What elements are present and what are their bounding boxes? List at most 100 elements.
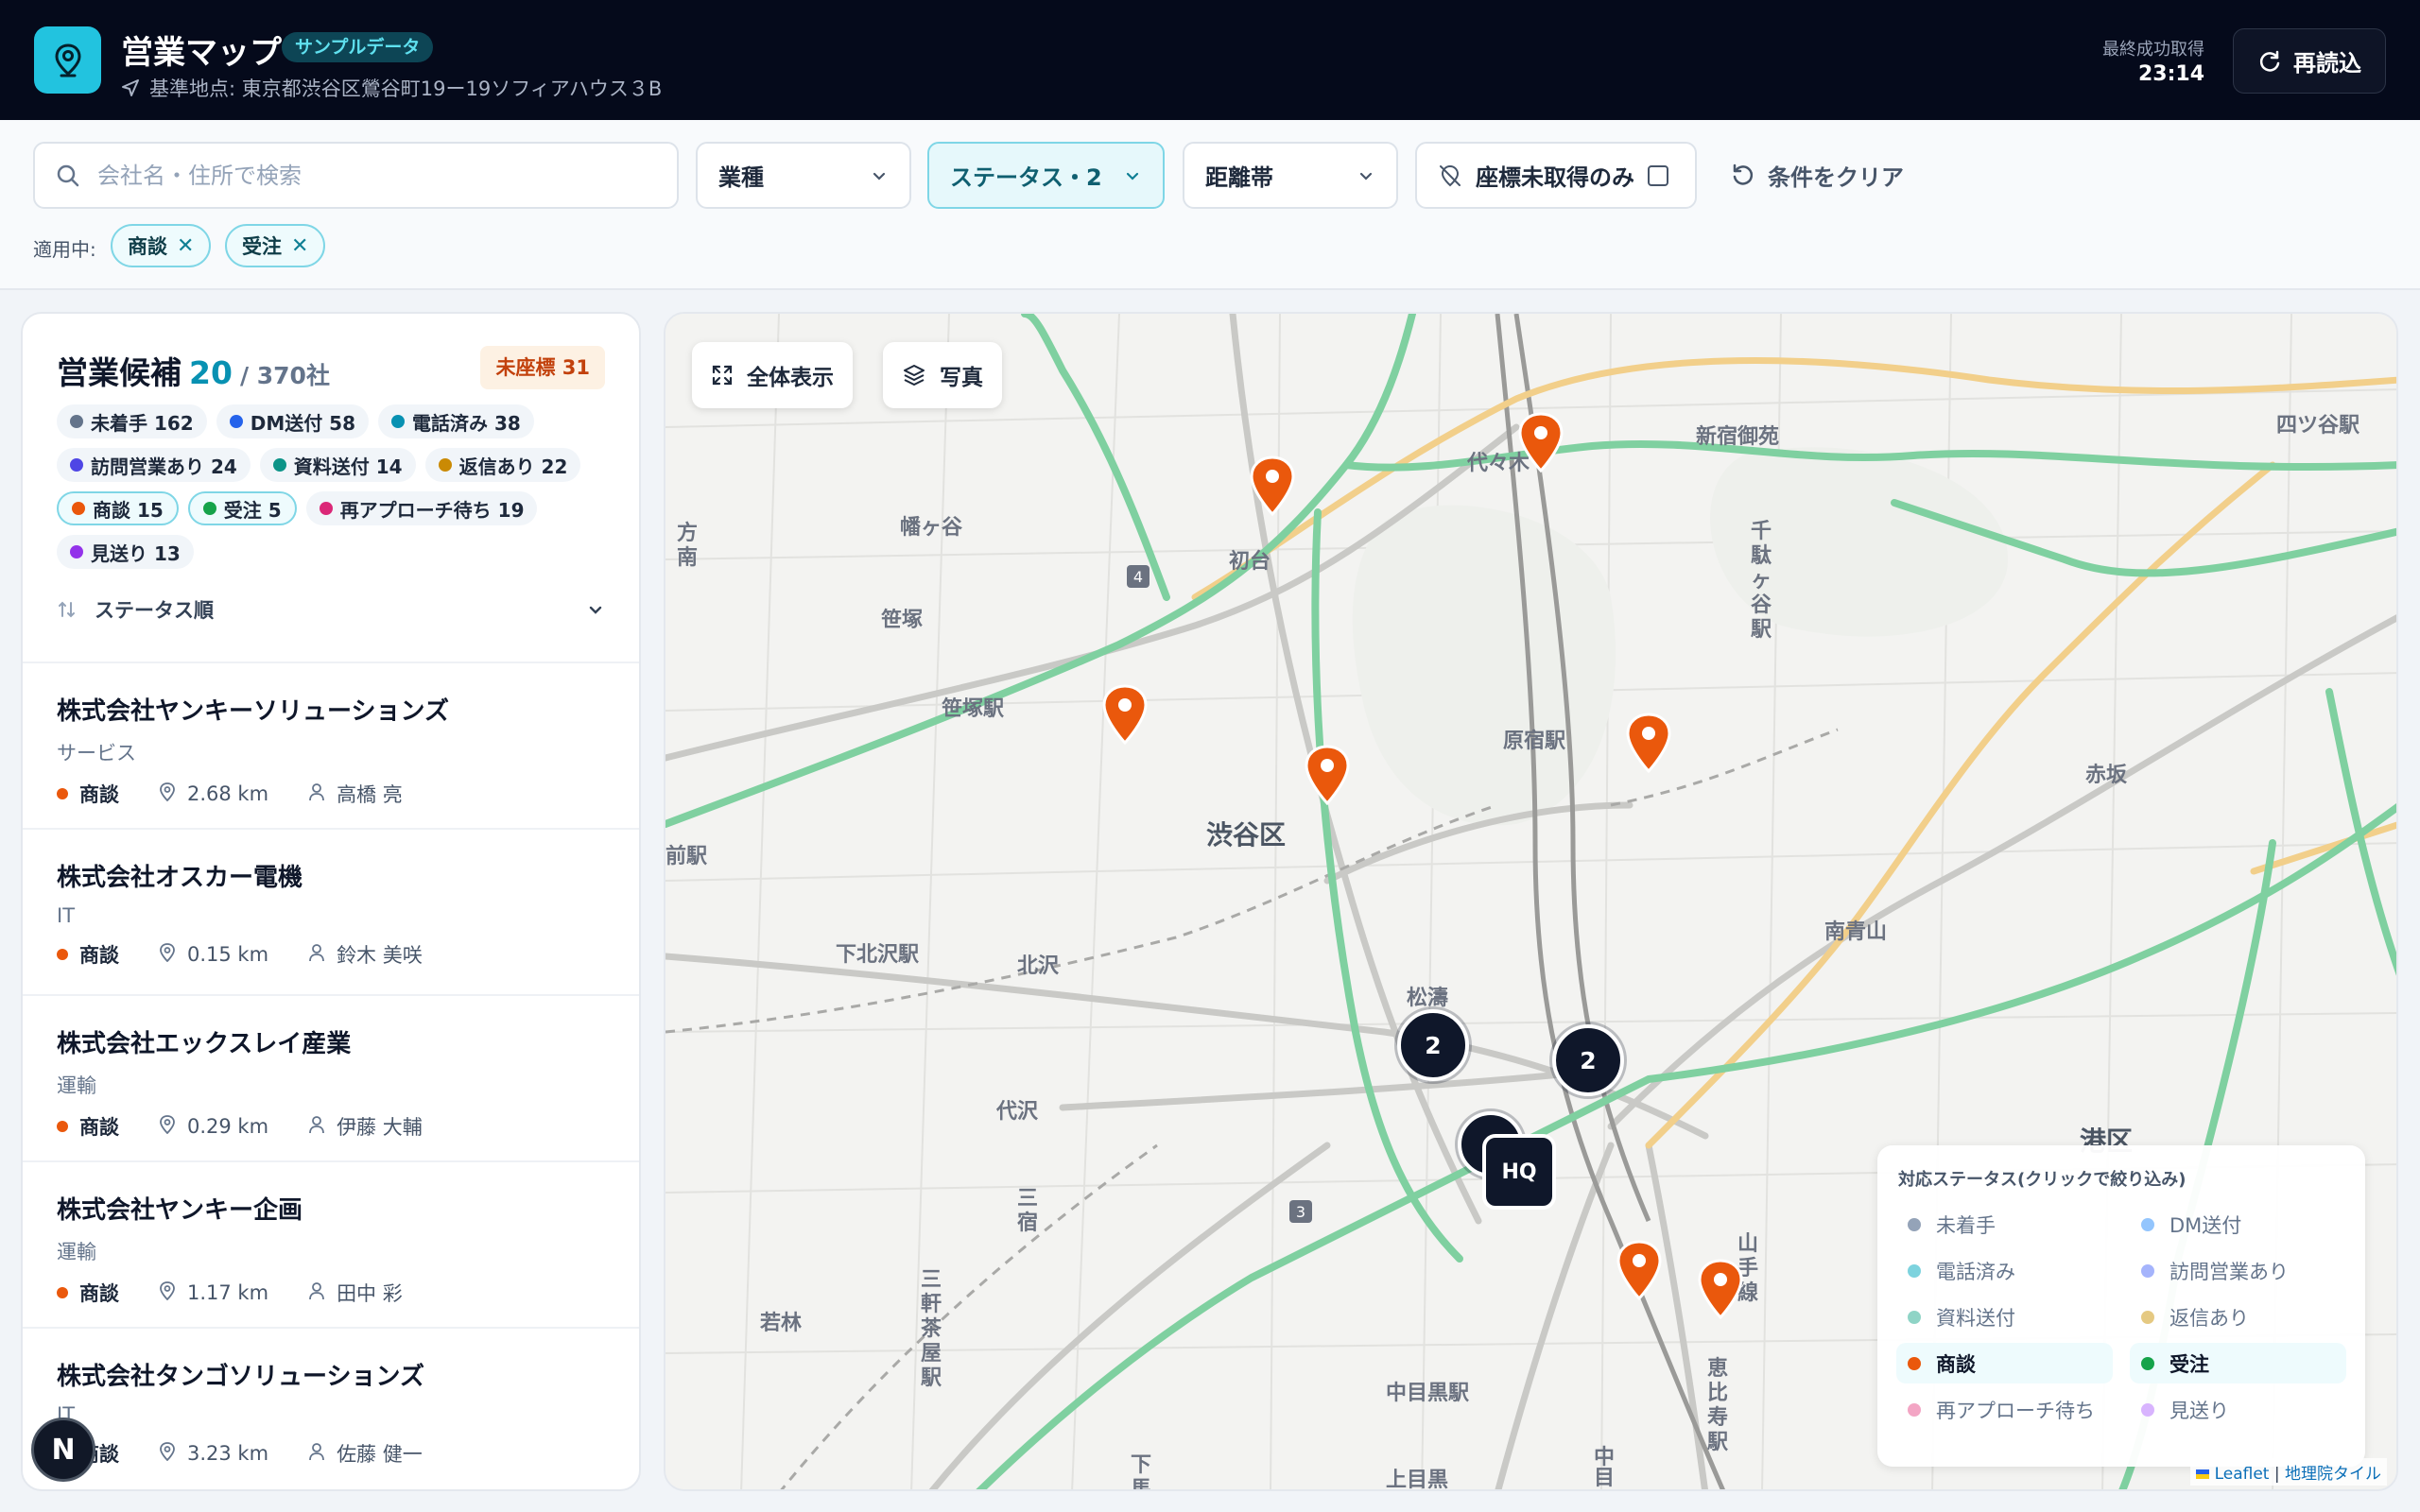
user-icon [308,1115,325,1139]
company-meta: 商談 0.15 km 鈴木 美咲 [57,940,609,969]
search-box[interactable] [33,142,679,209]
status-badge-label: 電話済み 38 [412,411,521,435]
close-icon[interactable]: ✕ [177,234,194,258]
status-badge-label: 返信あり 22 [458,455,568,478]
company-distance: 0.29 km [187,1115,269,1138]
place-label: 三宿 [1017,1187,1039,1235]
svg-text:3: 3 [1296,1203,1305,1221]
legend-item[interactable]: 受注 [2130,1343,2346,1383]
company-row[interactable]: 株式会社エックスレイ産業 運輸 商談 0.29 km 伊藤 大輔 [23,994,639,1160]
leaflet-link[interactable]: Leaflet [2215,1465,2270,1484]
legend-item-label: 電話済み [1936,1260,2015,1283]
location-pin-icon [159,942,176,967]
status-filter-badge[interactable]: 電話済み 38 [378,404,534,438]
search-input[interactable] [97,162,627,189]
candidate-panel: 営業候補 20 / 370社 未座標 31 未着手 162 DM送付 58 電話済み… [21,312,641,1491]
legend-item[interactable]: 見送り [2130,1389,2346,1430]
map-pin-icon[interactable] [1303,745,1352,805]
company-distance: 3.23 km [187,1442,269,1465]
legend-item-label: 見送り [2169,1399,2229,1422]
company-meta: 商談 3.23 km 佐藤 健一 [57,1439,609,1468]
place-label: 北沢 [1017,954,1060,978]
no-coord-badge[interactable]: 未座標 31 [480,346,605,389]
status-filter-badge[interactable]: DM送付 58 [216,404,370,438]
status-filter-badge[interactable]: 訪問営業あり 24 [57,448,251,482]
legend-item[interactable]: 返信あり [2130,1297,2346,1337]
coord-missing-toggle[interactable]: 座標未取得のみ [1415,142,1697,209]
legend-item[interactable]: 未着手 [1896,1204,2113,1245]
status-filter-badge[interactable]: 商談 15 [57,491,179,525]
place-label: 南青山 [1824,920,1888,944]
place-label: 笹塚駅 [942,697,1005,721]
distance-dropdown[interactable]: 距離帯 [1183,142,1398,209]
reload-button[interactable]: 再読込 [2233,28,2386,94]
chevron-down-icon [1359,172,1373,180]
legend-item[interactable]: 資料送付 [1896,1297,2113,1337]
company-meta: 商談 2.68 km 高橋 亮 [57,780,609,808]
map-pin-icon[interactable] [1100,684,1150,745]
map-pin-icon[interactable] [1624,713,1673,773]
next-dev-badge[interactable]: N [31,1418,95,1482]
sort-selector[interactable]: ステータス順 [57,595,624,624]
place-label: 三軒茶屋駅 [921,1268,942,1390]
status-filter-badge[interactable]: 未着手 162 [57,404,207,438]
company-row[interactable]: 株式会社ヤンキーソリューションズ サービス 商談 2.68 km 高橋 亮 [23,662,639,828]
hq-marker[interactable]: HQ [1482,1134,1556,1210]
coord-missing-checkbox[interactable] [1648,164,1668,186]
map-pin-icon[interactable] [1696,1259,1745,1319]
status-badge-list: 未着手 162 DM送付 58 電話済み 38 訪問営業あり 24 資料送付 14 返信あ… [57,404,624,569]
location-pin-icon [159,1441,176,1466]
status-dot-icon [57,788,68,799]
map-pin-icon[interactable] [1248,455,1297,516]
applied-chip-ordered[interactable]: 受注 ✕ [225,224,326,267]
photo-layer-button[interactable]: 写真 [883,342,1002,408]
place-label: 松濤 [1407,987,1449,1010]
company-row[interactable]: 株式会社ヤンキー企画 運輸 商談 1.17 km 田中 彩 [23,1160,639,1327]
status-filter-badge[interactable]: 再アプローチ待ち 19 [305,491,538,525]
status-dot-icon [2141,1310,2154,1324]
place-label: 恵比寿駅 [1707,1357,1729,1454]
place-label: 前駅 [666,845,708,868]
legend-item[interactable]: 商談 [1896,1343,2113,1383]
chevron-down-icon [589,606,602,614]
chip-label: 商談 [128,235,167,258]
legend-item[interactable]: 訪問営業あり [2130,1250,2346,1291]
status-dropdown[interactable]: ステータス・2 [927,142,1165,209]
applied-chip-negotiation[interactable]: 商談 ✕ [111,224,212,267]
place-label: 新宿御苑 [1696,425,1780,449]
status-filter-badge[interactable]: 見送り 13 [57,535,194,569]
industry-dropdown-label: 業種 [718,164,764,191]
tiles-link[interactable]: 地理院タイル [2285,1465,2381,1484]
chevron-down-icon [873,172,886,180]
clear-filters-button[interactable]: 条件をクリア [1730,156,1904,194]
legend-item[interactable]: DM送付 [2130,1204,2346,1245]
company-row[interactable]: 株式会社タンゴソリューションズ IT 商談 3.23 km 佐藤 健一 [23,1327,639,1489]
company-row[interactable]: 株式会社オスカー電機 IT 商談 0.15 km 鈴木 美咲 [23,828,639,994]
place-label: 赤坂 [2085,764,2128,787]
distance-dropdown-label: 距離帯 [1205,164,1273,191]
clear-filters-label: 条件をクリア [1768,163,1904,191]
map-pin-icon[interactable] [1615,1240,1664,1300]
status-dot-icon [319,502,333,515]
location-pin-icon [159,1114,176,1139]
map-view[interactable]: 4 3 新宿御苑 四ツ谷駅 代々木 幡ヶ谷 初台 笹塚 笹塚駅 千駄ヶ谷駅 原宿… [664,312,2398,1491]
map-pin-icon[interactable] [1516,412,1565,472]
place-label: 四ツ谷駅 [2276,414,2360,438]
place-label: 原宿駅 [1503,730,1566,753]
close-icon[interactable]: ✕ [291,234,308,258]
cluster-marker[interactable]: 2 [1397,1009,1469,1081]
status-filter-badge[interactable]: 受注 5 [187,491,297,525]
status-dot-icon [438,458,452,472]
status-filter-badge[interactable]: 資料送付 14 [259,448,416,482]
company-status: 商談 [79,1116,119,1139]
legend-item[interactable]: 電話済み [1896,1250,2113,1291]
industry-dropdown[interactable]: 業種 [696,142,911,209]
company-distance: 1.17 km [187,1281,269,1304]
svg-text:4: 4 [1133,568,1143,586]
fit-all-button[interactable]: 全体表示 [692,342,853,408]
cluster-marker[interactable]: 2 [1552,1024,1624,1096]
status-badge-label: DM送付 58 [250,411,356,435]
legend-item[interactable]: 再アプローチ待ち [1896,1389,2113,1430]
user-icon [308,943,325,967]
status-filter-badge[interactable]: 返信あり 22 [424,448,581,482]
